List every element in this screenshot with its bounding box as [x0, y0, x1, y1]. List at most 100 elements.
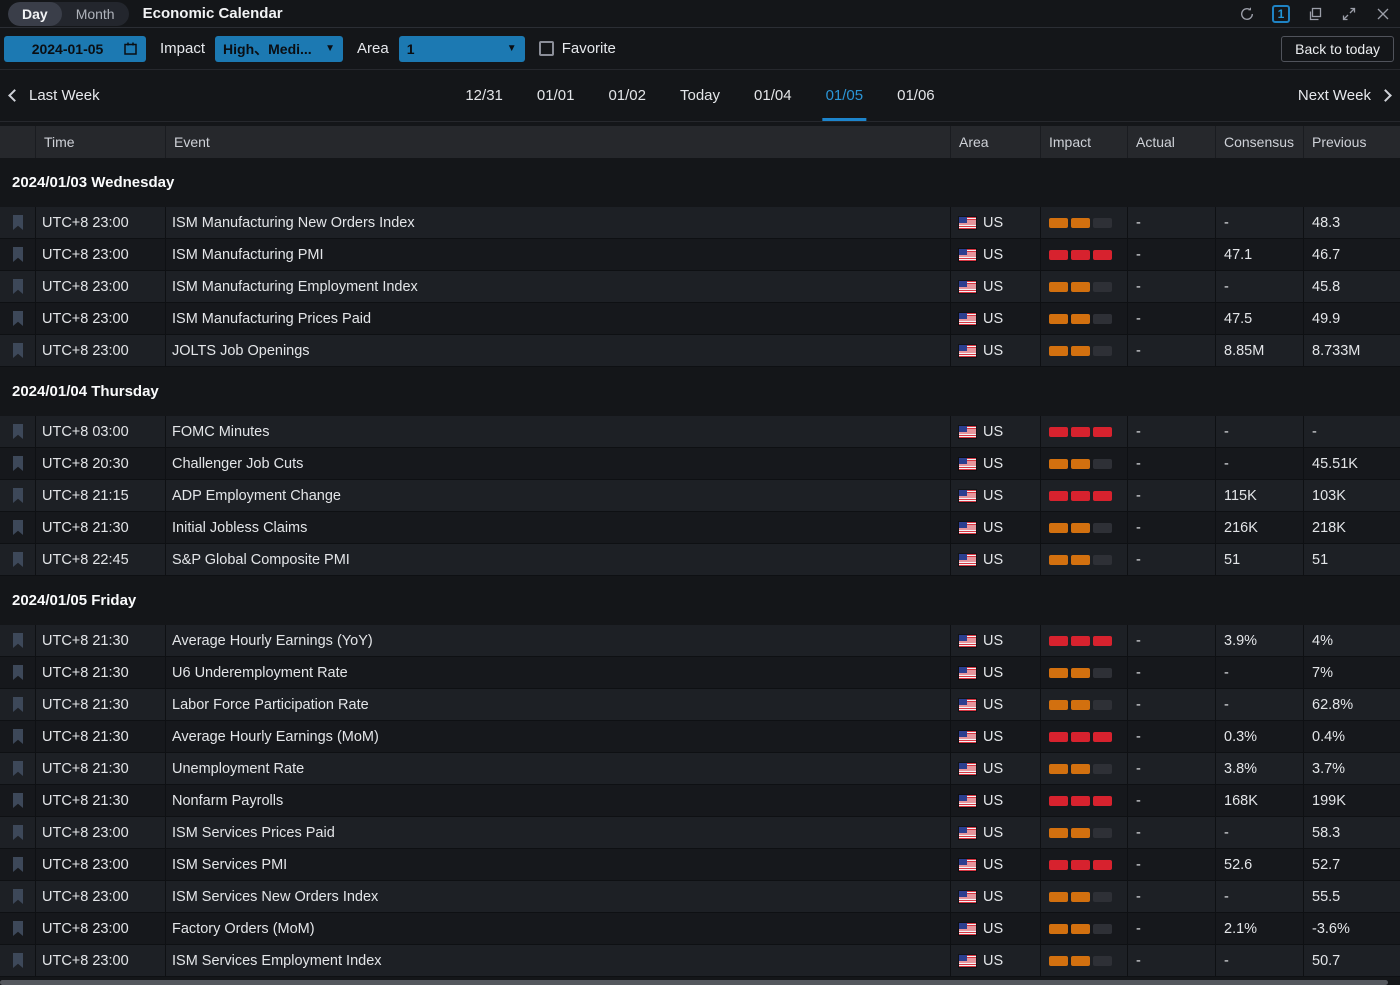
area-dropdown[interactable]: 1 ▼ [399, 36, 525, 62]
event-row[interactable]: UTC+8 23:00ISM Manufacturing Prices Paid… [0, 303, 1400, 335]
previous-value: 45.8 [1303, 271, 1400, 302]
day-tab-12-31[interactable]: 12/31 [448, 70, 520, 121]
event-row[interactable]: UTC+8 20:30Challenger Job CutsUS--45.51K [0, 448, 1400, 480]
bookmark-icon[interactable] [12, 697, 24, 712]
bookmark-icon[interactable] [12, 279, 24, 294]
event-row[interactable]: UTC+8 23:00ISM Manufacturing New Orders … [0, 207, 1400, 239]
next-week-button[interactable]: Next Week [1298, 87, 1390, 104]
us-flag-icon [959, 763, 976, 775]
column-header-actual: Actual [1127, 126, 1215, 158]
impact-cell [1040, 207, 1127, 238]
event-row[interactable]: UTC+8 21:30Nonfarm PayrollsUS-168K199K [0, 785, 1400, 817]
bookmark-icon[interactable] [12, 633, 24, 648]
day-tab-01-04[interactable]: 01/04 [737, 70, 809, 121]
event-row[interactable]: UTC+8 23:00ISM Services New Orders Index… [0, 881, 1400, 913]
bookmark-icon[interactable] [12, 889, 24, 904]
event-row[interactable]: UTC+8 23:00ISM Services Employment Index… [0, 945, 1400, 977]
impact-bars-medium [1049, 218, 1112, 228]
event-row[interactable]: UTC+8 21:30Unemployment RateUS-3.8%3.7% [0, 753, 1400, 785]
bookmark-icon[interactable] [12, 953, 24, 968]
bookmark-icon[interactable] [12, 456, 24, 471]
us-flag-icon [959, 426, 976, 438]
chevron-left-icon [8, 89, 21, 102]
impact-bar [1049, 346, 1068, 356]
event-row[interactable]: UTC+8 21:30Average Hourly Earnings (MoM)… [0, 721, 1400, 753]
filter-bar: 2024-01-05 Impact High、Medi... ▼ Area 1 … [0, 28, 1400, 70]
event-name: Nonfarm Payrolls [165, 785, 950, 816]
bookmark-icon[interactable] [12, 311, 24, 326]
horizontal-scrollbar[interactable] [0, 980, 1388, 985]
previous-value: 199K [1303, 785, 1400, 816]
event-row[interactable]: UTC+8 21:30Labor Force Participation Rat… [0, 689, 1400, 721]
consensus-value: - [1215, 817, 1303, 848]
bookmark-icon[interactable] [12, 857, 24, 872]
bookmark-icon[interactable] [12, 729, 24, 744]
day-tab-01-06[interactable]: 01/06 [880, 70, 952, 121]
actual-value: - [1127, 625, 1215, 656]
bookmark-icon[interactable] [12, 424, 24, 439]
impact-bar [1093, 218, 1112, 228]
next-week-label: Next Week [1298, 87, 1371, 104]
day-tab-01-05[interactable]: 01/05 [809, 70, 881, 121]
bookmark-icon[interactable] [12, 247, 24, 262]
event-time: UTC+8 23:00 [35, 849, 165, 880]
bookmark-icon[interactable] [12, 215, 24, 230]
event-row[interactable]: UTC+8 23:00JOLTS Job OpeningsUS-8.85M8.7… [0, 335, 1400, 367]
area-code: US [983, 793, 1003, 809]
event-time: UTC+8 23:00 [35, 881, 165, 912]
bookmark-icon[interactable] [12, 793, 24, 808]
impact-bar [1071, 282, 1090, 292]
tab-month[interactable]: Month [62, 2, 129, 26]
event-time: UTC+8 20:30 [35, 448, 165, 479]
event-row[interactable]: UTC+8 21:30Average Hourly Earnings (YoY)… [0, 625, 1400, 657]
expand-icon[interactable] [1340, 5, 1358, 23]
refresh-icon[interactable] [1238, 5, 1256, 23]
event-time: UTC+8 23:00 [35, 239, 165, 270]
impact-bar [1049, 427, 1068, 437]
bookmark-icon[interactable] [12, 665, 24, 680]
bookmark-icon[interactable] [12, 488, 24, 503]
close-icon[interactable] [1374, 5, 1392, 23]
event-row[interactable]: UTC+8 23:00ISM Manufacturing PMIUS-47.14… [0, 239, 1400, 271]
area-code: US [983, 520, 1003, 536]
bookmark-cell [0, 913, 35, 944]
area-code: US [983, 665, 1003, 681]
actual-value: - [1127, 303, 1215, 334]
favorite-checkbox[interactable] [539, 41, 554, 56]
actual-value: - [1127, 416, 1215, 447]
event-row[interactable]: UTC+8 22:45S&P Global Composite PMIUS-51… [0, 544, 1400, 576]
previous-value: 3.7% [1303, 753, 1400, 784]
bookmark-icon[interactable] [12, 921, 24, 936]
actual-value: - [1127, 881, 1215, 912]
event-row[interactable]: UTC+8 21:15ADP Employment ChangeUS-115K1… [0, 480, 1400, 512]
copy-icon[interactable] [1306, 5, 1324, 23]
bookmark-icon[interactable] [12, 520, 24, 535]
event-row[interactable]: UTC+8 03:00FOMC MinutesUS--- [0, 416, 1400, 448]
consensus-value: 216K [1215, 512, 1303, 543]
back-to-today-button[interactable]: Back to today [1281, 36, 1394, 62]
bookmark-icon[interactable] [12, 761, 24, 776]
date-picker[interactable]: 2024-01-05 [4, 36, 146, 62]
event-row[interactable]: UTC+8 23:00ISM Services PMIUS-52.652.7 [0, 849, 1400, 881]
day-tab-Today[interactable]: Today [663, 70, 737, 121]
event-row[interactable]: UTC+8 21:30Initial Jobless ClaimsUS-216K… [0, 512, 1400, 544]
event-row[interactable]: UTC+8 21:30U6 Underemployment RateUS--7% [0, 657, 1400, 689]
last-week-button[interactable]: Last Week [10, 87, 100, 104]
consensus-value: - [1215, 207, 1303, 238]
consensus-value: 0.3% [1215, 721, 1303, 752]
bookmark-icon[interactable] [12, 343, 24, 358]
panel-count-badge[interactable]: 1 [1272, 5, 1290, 23]
date-picker-value: 2024-01-05 [12, 41, 123, 57]
day-tab-01-01[interactable]: 01/01 [520, 70, 592, 121]
bookmark-icon[interactable] [12, 552, 24, 567]
day-tab-01-02[interactable]: 01/02 [591, 70, 663, 121]
bookmark-icon[interactable] [12, 825, 24, 840]
consensus-value: 8.85M [1215, 335, 1303, 366]
event-row[interactable]: UTC+8 23:00Factory Orders (MoM)US-2.1%-3… [0, 913, 1400, 945]
event-row[interactable]: UTC+8 23:00ISM Services Prices PaidUS--5… [0, 817, 1400, 849]
event-row[interactable]: UTC+8 23:00ISM Manufacturing Employment … [0, 271, 1400, 303]
impact-dropdown[interactable]: High、Medi... ▼ [215, 36, 343, 62]
area-code: US [983, 488, 1003, 504]
impact-bar [1093, 314, 1112, 324]
tab-day[interactable]: Day [8, 2, 62, 26]
